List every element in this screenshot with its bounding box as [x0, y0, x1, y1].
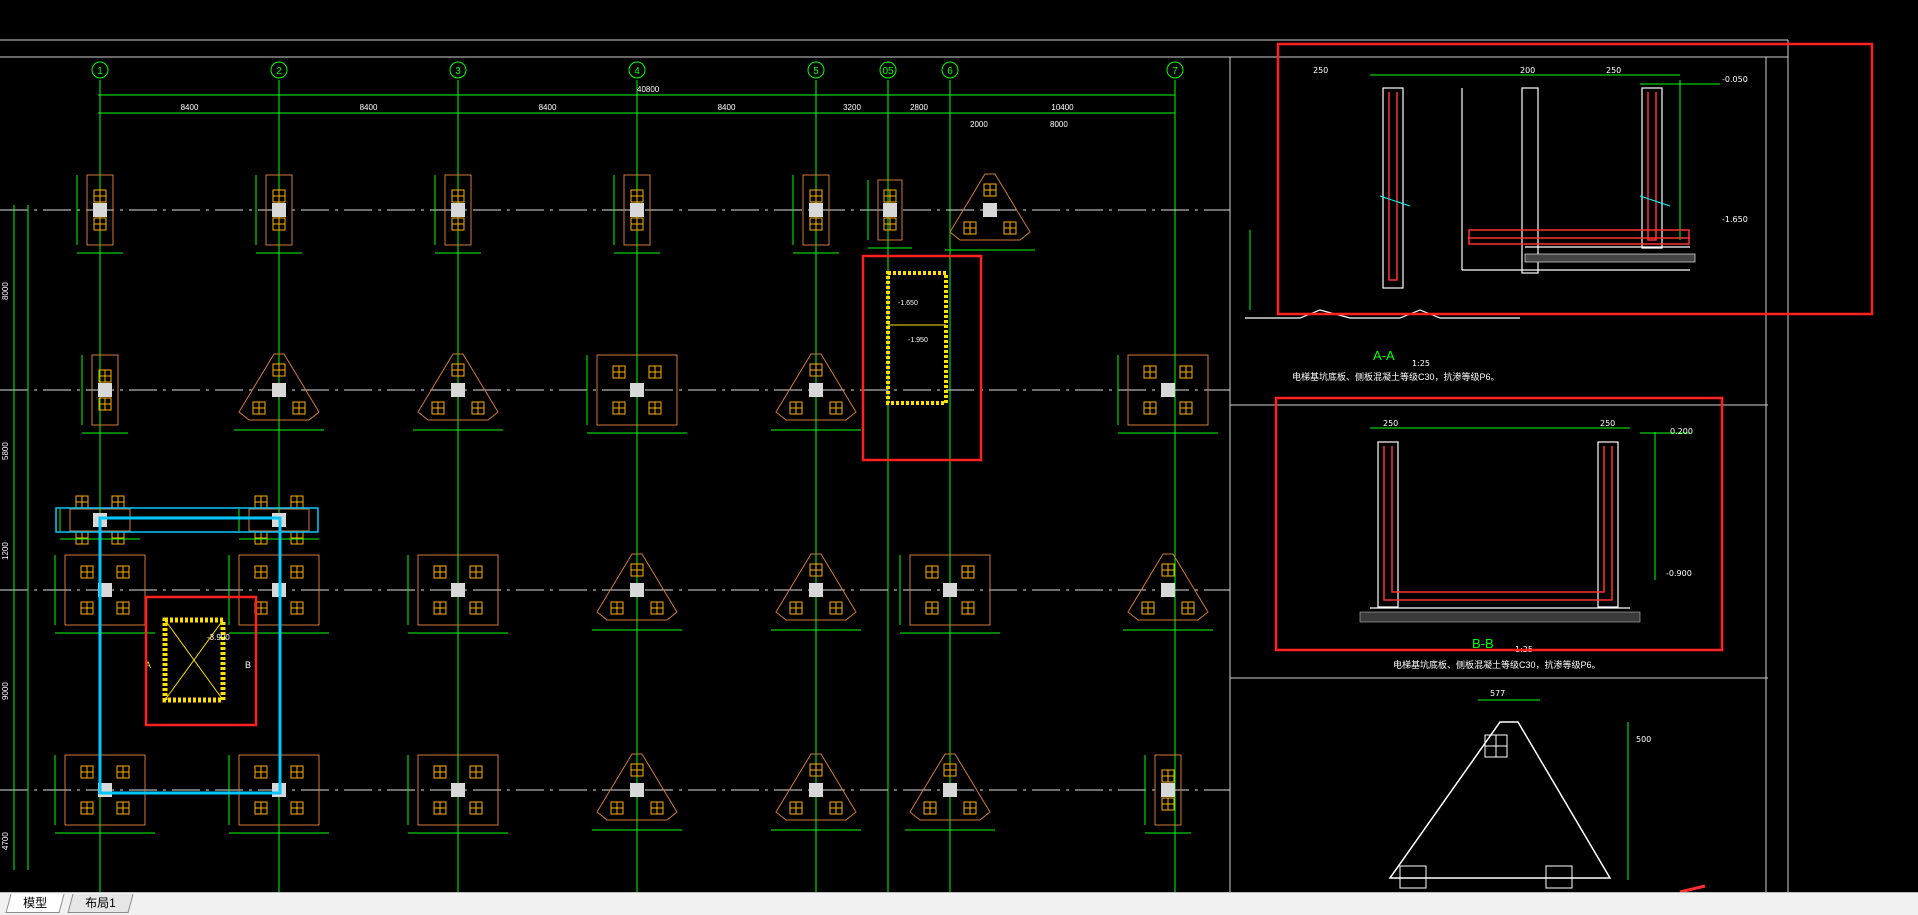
bb-note: 电梯基坑底板、侧板混凝土等级C30，抗渗等级P6。	[1393, 659, 1601, 670]
cap-dim-500: 500	[1636, 735, 1651, 744]
aa-dim-250-left: 250	[1313, 66, 1328, 75]
aa-elev-bot: -1.650	[1722, 215, 1748, 224]
tab-layout1[interactable]: 布局1	[67, 894, 134, 913]
row-dim-4: 9000	[1, 682, 10, 700]
aa-scale: 1:25	[1412, 359, 1430, 368]
row-dim-2: 5800	[1, 442, 10, 460]
aa-dim-200: 200	[1520, 66, 1535, 75]
layout-tab-bar: 模型 布局1	[0, 892, 1918, 915]
axis-label-6: 6	[947, 66, 953, 77]
axis-label-5: 05	[882, 66, 894, 77]
span-dim-6: 10400	[1051, 103, 1074, 112]
sub-span-dim-2: 8000	[1050, 120, 1068, 129]
aa-dim-250-right: 250	[1606, 66, 1621, 75]
pit-section-b: B	[245, 660, 251, 670]
aa-note: 电梯基坑底板、侧板混凝土等级C30，抗渗等级P6。	[1292, 371, 1500, 382]
bb-elev-top: 0.200	[1670, 427, 1693, 436]
span-dim-0: 8400	[181, 103, 199, 112]
axis-label-2: 3	[455, 66, 461, 77]
axis-label-4: 5	[813, 66, 819, 77]
row-dim-1: 8000	[1, 282, 10, 300]
sub-span-dim-1: 2000	[970, 120, 988, 129]
cap-dim-577: 577	[1490, 689, 1505, 698]
span-dim-5: 2800	[910, 103, 928, 112]
row-dim-5: 4700	[1, 832, 10, 850]
stair-elev-2: -1.950	[908, 337, 928, 344]
aa-elev-top: -0.050	[1722, 75, 1748, 84]
axis-label-1: 2	[276, 66, 282, 77]
aa-title: A-A	[1373, 348, 1395, 363]
span-dim-4: 3200	[843, 103, 861, 112]
bb-dim-250-right: 250	[1600, 419, 1615, 428]
bb-dim-250-left: 250	[1383, 419, 1398, 428]
axis-label-0: 1	[97, 66, 103, 77]
bb-elev-bot: -0.900	[1666, 569, 1692, 578]
span-dim-3: 8400	[718, 103, 736, 112]
span-dim-2: 8400	[539, 103, 557, 112]
cad-drawing-canvas[interactable]: 1 2 3 4 5 05 6 7 40800 8400 8400 8400 8400 3200 2800…	[0, 0, 1918, 892]
span-dim-1: 8400	[360, 103, 378, 112]
axis-label-7: 7	[1172, 66, 1178, 77]
overall-dimension: 40800	[637, 85, 660, 94]
tab-model[interactable]: 模型	[5, 894, 65, 913]
pit-elevation: -3.900	[207, 633, 230, 642]
axis-label-3: 4	[634, 66, 640, 77]
stair-elev-1: -1.650	[898, 300, 918, 307]
row-dim-3: 1200	[1, 542, 10, 560]
